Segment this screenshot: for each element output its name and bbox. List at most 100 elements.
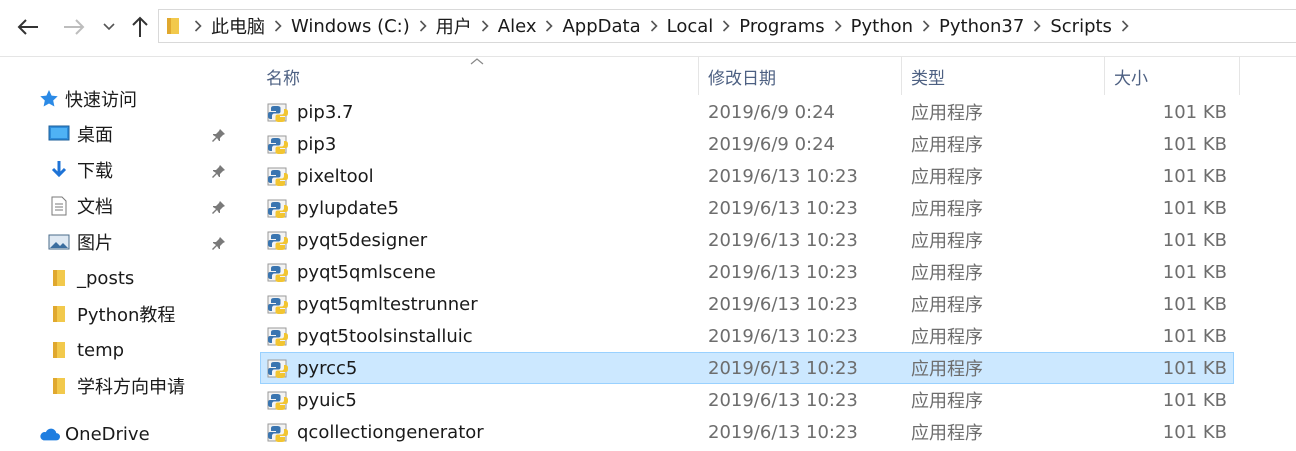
column-divider[interactable] (1104, 57, 1105, 95)
sidebar-item[interactable]: Python教程 (0, 297, 237, 331)
pictures-icon (48, 231, 70, 253)
file-size: 101 KB (1162, 133, 1227, 155)
file-row[interactable]: pylupdate5 2019/6/13 10:23 应用程序 101 KB (260, 192, 1234, 224)
file-size: 101 KB (1162, 293, 1227, 315)
breadcrumb-item[interactable]: Scripts (1024, 9, 1112, 43)
file-size: 101 KB (1162, 101, 1227, 123)
cloud-icon (38, 423, 60, 445)
breadcrumb-item[interactable]: 此电脑 (185, 9, 265, 43)
chevron-right-icon[interactable] (1112, 20, 1138, 32)
chevron-right-icon[interactable] (536, 20, 562, 32)
forward-button[interactable] (56, 8, 92, 46)
pin-icon[interactable] (212, 234, 226, 255)
column-header-name[interactable]: 名称 (266, 57, 300, 95)
address-bar[interactable]: 此电脑 Windows (C:) 用户 Alex AppData Local Program… (158, 9, 1296, 43)
file-list: 名称 修改日期 类型 大小 pip3.7 2019/6/9 0:24 应用程序 101… (238, 57, 1296, 449)
file-row[interactable]: qcollectiongenerator 2019/6/13 10:23 应用程序 1… (260, 416, 1234, 448)
file-row[interactable]: pip3.7 2019/6/9 0:24 应用程序 101 KB (260, 96, 1234, 128)
chevron-down-icon (103, 23, 115, 31)
breadcrumb-label: Local (666, 15, 714, 37)
file-name: pyqt5toolsinstalluic (297, 325, 473, 347)
file-size: 101 KB (1162, 357, 1227, 379)
file-name: pyuic5 (297, 389, 357, 411)
sidebar-item[interactable]: 下载 (0, 153, 237, 187)
back-button[interactable] (10, 8, 46, 46)
python-executable-icon (267, 133, 289, 160)
breadcrumb-item[interactable]: Python (825, 9, 913, 43)
pin-icon[interactable] (212, 162, 226, 183)
breadcrumb-label: 此电脑 (211, 17, 265, 38)
file-row[interactable]: pyqt5toolsinstalluic 2019/6/13 10:23 应用程序 1… (260, 320, 1234, 352)
column-divider[interactable] (901, 57, 902, 95)
breadcrumb-item[interactable]: Python37 (913, 9, 1024, 43)
file-row[interactable]: pixeltool 2019/6/13 10:23 应用程序 101 KB (260, 160, 1234, 192)
breadcrumb-item[interactable]: AppData (536, 9, 641, 43)
sidebar-item[interactable]: 文档 (0, 189, 237, 223)
sidebar-item[interactable]: 桌面 (0, 117, 237, 151)
sidebar-item-quick-access[interactable]: 快速访问 (0, 82, 237, 116)
chevron-right-icon[interactable] (825, 20, 851, 32)
recent-locations-button[interactable] (96, 8, 122, 46)
file-row[interactable]: pyqt5qmltestrunner 2019/6/13 10:23 应用程序 101… (260, 288, 1234, 320)
folder-icon (48, 267, 70, 289)
arrow-up-icon (132, 16, 148, 37)
file-name: pip3 (297, 133, 337, 155)
file-type: 应用程序 (911, 135, 983, 156)
chevron-right-icon[interactable] (1024, 20, 1050, 32)
sidebar-item-label: 快速访问 (65, 90, 137, 111)
sidebar-item[interactable]: 图片 (0, 225, 237, 259)
sidebar-item-label: Python教程 (77, 305, 176, 326)
sidebar-item-onedrive[interactable]: OneDrive (0, 417, 237, 451)
chevron-right-icon[interactable] (410, 20, 436, 32)
file-name: pyqt5qmltestrunner (297, 293, 478, 315)
column-divider[interactable] (698, 57, 699, 95)
file-type: 应用程序 (911, 167, 983, 188)
file-row[interactable]: pyrcc5 2019/6/13 10:23 应用程序 101 KB (260, 352, 1234, 384)
folder-icon (48, 375, 70, 397)
sidebar-item-label: 桌面 (77, 125, 113, 146)
file-row[interactable]: pyqt5designer 2019/6/13 10:23 应用程序 101 KB (260, 224, 1234, 256)
column-header-date[interactable]: 修改日期 (708, 57, 776, 95)
sidebar-item-label: temp (77, 339, 125, 361)
file-row[interactable]: pyuic5 2019/6/13 10:23 应用程序 101 KB (260, 384, 1234, 416)
sidebar-item[interactable]: 学科方向申请 (0, 369, 237, 403)
file-name: pylupdate5 (297, 197, 399, 219)
chevron-right-icon[interactable] (641, 20, 667, 32)
pin-icon[interactable] (212, 126, 226, 147)
sidebar-item-label: _posts (77, 267, 135, 289)
file-date: 2019/6/13 10:23 (708, 325, 858, 347)
file-row[interactable]: pip3 2019/6/9 0:24 应用程序 101 KB (260, 128, 1234, 160)
sidebar-item-label: 图片 (77, 233, 113, 254)
column-divider[interactable] (1239, 57, 1240, 95)
column-header-type[interactable]: 类型 (911, 57, 945, 95)
file-size: 101 KB (1162, 261, 1227, 283)
sidebar-item[interactable]: temp (0, 333, 237, 367)
python-executable-icon (267, 357, 289, 384)
file-size: 101 KB (1162, 197, 1227, 219)
file-date: 2019/6/13 10:23 (708, 421, 858, 443)
breadcrumb: 此电脑 Windows (C:) 用户 Alex AppData Local Program… (185, 9, 1138, 43)
breadcrumb-label: Programs (739, 15, 825, 37)
file-type: 应用程序 (911, 199, 983, 220)
chevron-right-icon[interactable] (185, 20, 211, 32)
file-size: 101 KB (1162, 389, 1227, 411)
chevron-right-icon[interactable] (265, 20, 291, 32)
chevron-right-icon[interactable] (713, 20, 739, 32)
file-date: 2019/6/9 0:24 (708, 101, 835, 123)
file-date: 2019/6/9 0:24 (708, 133, 835, 155)
document-icon (48, 195, 70, 217)
file-row[interactable]: pyqt5qmlscene 2019/6/13 10:23 应用程序 101 KB (260, 256, 1234, 288)
breadcrumb-item[interactable]: Windows (C:) (265, 9, 410, 43)
chevron-right-icon[interactable] (472, 20, 498, 32)
breadcrumb-item[interactable]: Local (641, 9, 714, 43)
up-button[interactable] (124, 8, 156, 46)
file-name: pixeltool (297, 165, 374, 187)
file-name: pyqt5qmlscene (297, 261, 436, 283)
breadcrumb-item[interactable]: Programs (713, 9, 825, 43)
breadcrumb-item[interactable]: Alex (472, 9, 536, 43)
sidebar-item[interactable]: _posts (0, 261, 237, 295)
column-header-size[interactable]: 大小 (1114, 57, 1148, 95)
breadcrumb-item[interactable]: 用户 (410, 9, 472, 43)
chevron-right-icon[interactable] (913, 20, 939, 32)
pin-icon[interactable] (212, 198, 226, 219)
